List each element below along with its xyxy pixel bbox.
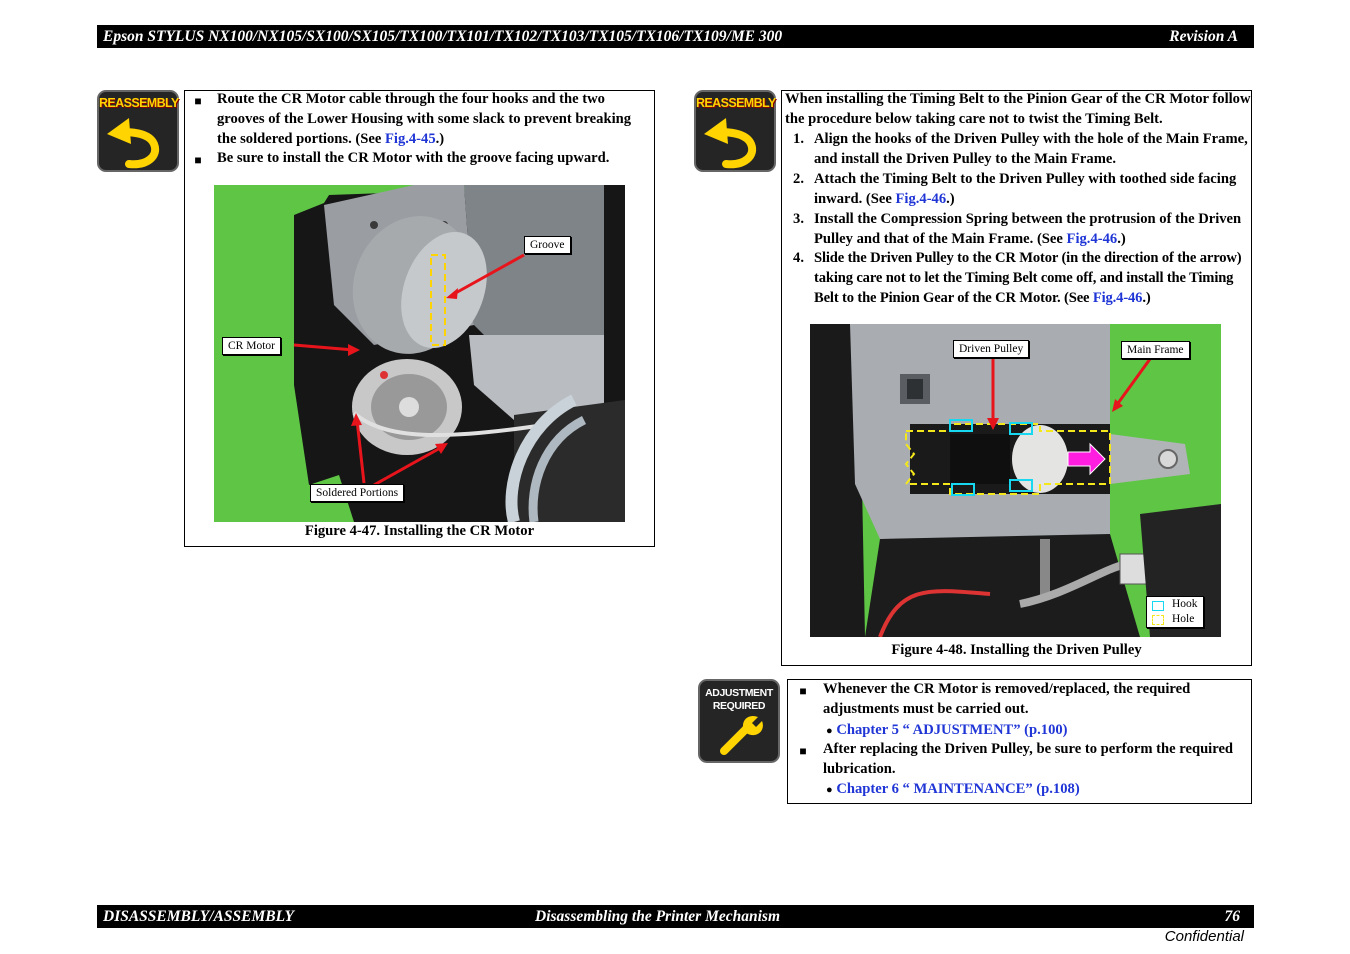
adjustment-note-box: ■ Whenever the CR Motor is removed/repla…	[787, 679, 1252, 804]
header-bar: Epson STYLUS NX100/NX105/SX100/SX105/TX1…	[97, 25, 1254, 48]
groove-label: Groove	[524, 236, 571, 254]
step-number: 1.	[793, 131, 804, 147]
footer-bar: DISASSEMBLY/ASSEMBLY Disassembling the P…	[97, 905, 1254, 928]
footer-subsection: Disassembling the Printer Mechanism	[535, 908, 781, 925]
hook-legend-swatch	[1152, 601, 1164, 611]
timing-belt-intro: When installing the Timing Belt to the P…	[785, 91, 1251, 127]
step-number: 3.	[793, 211, 804, 227]
bullet-square-icon: ■	[799, 744, 807, 758]
adjust-link-row-1: ● Chapter 5 “ ADJUSTMENT” (p.100)	[826, 721, 1068, 742]
fig-4-46-link[interactable]: Fig.4-46	[1093, 290, 1143, 306]
bullet-square-icon: ■	[194, 153, 202, 167]
cr-motor-label: CR Motor	[222, 337, 281, 355]
fig-4-46-link[interactable]: Fig.4-46	[1067, 231, 1118, 247]
hole-legend-swatch	[1152, 615, 1164, 625]
dot-bullet-icon: ●	[826, 725, 833, 737]
step-1: 1. Align the hooks of the Driven Pulley …	[782, 130, 1250, 170]
return-arrow-icon	[107, 118, 160, 169]
step-number: 2.	[793, 171, 804, 187]
document-title: Epson STYLUS NX100/NX105/SX100/SX105/TX1…	[103, 28, 783, 45]
cr-motor-photo: Groove CR Motor Soldered Portions	[214, 185, 625, 522]
reassembly-icon: REASSEMBLY	[694, 90, 776, 172]
left-bullet-2: Be sure to install the CR Motor with the…	[217, 150, 610, 166]
fig-4-46-link[interactable]: Fig.4-46	[895, 191, 946, 207]
left-note-box: ■ Route the CR Motor cable through the f…	[184, 90, 655, 547]
reassembly-icon: REASSEMBLY	[97, 90, 179, 172]
driven-pulley-photo: Driven Pulley Main Frame Hook Hole	[810, 324, 1221, 637]
footer-section: DISASSEMBLY/ASSEMBLY	[103, 908, 294, 925]
bullet-square-icon: ■	[194, 94, 202, 108]
return-arrow-icon	[704, 118, 757, 169]
confidential-label: Confidential	[1164, 928, 1244, 945]
soldered-portions-label: Soldered Portions	[310, 484, 405, 502]
step-3: 3. Install the Compression Spring betwee…	[782, 210, 1250, 250]
chapter-5-adjustment-link[interactable]: Chapter 5 “ ADJUSTMENT” (p.100)	[836, 722, 1067, 738]
step-4-text: Slide the Driven Pulley to the CR Motor …	[814, 250, 1242, 306]
hole-legend-label: Hole	[1172, 613, 1195, 625]
wrench-icon	[720, 715, 763, 755]
dot-bullet-icon: ●	[826, 784, 833, 796]
left-bullet-1-end: .)	[435, 130, 445, 147]
left-bullet-1: Route the CR Motor cable through the fou…	[217, 90, 653, 149]
step-4: 4. Slide the Driven Pulley to the CR Mot…	[782, 249, 1254, 308]
bullet-square-icon: ■	[799, 684, 807, 698]
adjust-link-row-2: ● Chapter 6 “ MAINTENANCE” (p.108)	[826, 780, 1080, 801]
adjust-bullet-2: After replacing the Driven Pulley, be su…	[823, 741, 1234, 777]
revision-label: Revision A	[1169, 28, 1238, 45]
step-3-text: Install the Compression Spring between t…	[814, 211, 1242, 247]
hook-legend-label: Hook	[1172, 598, 1198, 610]
step-number: 4.	[793, 250, 804, 266]
chapter-6-maintenance-link[interactable]: Chapter 6 “ MAINTENANCE” (p.108)	[836, 781, 1079, 797]
right-note-box: When installing the Timing Belt to the P…	[781, 90, 1252, 666]
step-3-end: .)	[1117, 230, 1126, 247]
adjust-bullet-1: Whenever the CR Motor is removed/replace…	[823, 681, 1191, 717]
step-1-text: Align the hooks of the Driven Pulley wit…	[814, 131, 1248, 167]
adjustment-required-icon: ADJUSTMENT REQUIRED	[698, 679, 780, 763]
step-4-end: .)	[1142, 289, 1151, 306]
figure-4-47-caption: Figure 4-47. Installing the CR Motor	[304, 523, 535, 539]
driven-pulley-label: Driven Pulley	[953, 340, 1030, 358]
fig-4-45-link[interactable]: Fig.4-45	[385, 131, 436, 147]
figure-4-48-caption: Figure 4-48. Installing the Driven Pulle…	[891, 642, 1142, 658]
hook-hole-legend: Hook Hole	[1146, 596, 1204, 628]
page-number: 76	[1224, 908, 1241, 925]
main-frame-label: Main Frame	[1121, 341, 1190, 359]
step-2-end: .)	[946, 190, 955, 207]
step-2: 2. Attach the Timing Belt to the Driven …	[782, 170, 1250, 210]
step-2-text: Attach the Timing Belt to the Driven Pul…	[814, 171, 1237, 207]
